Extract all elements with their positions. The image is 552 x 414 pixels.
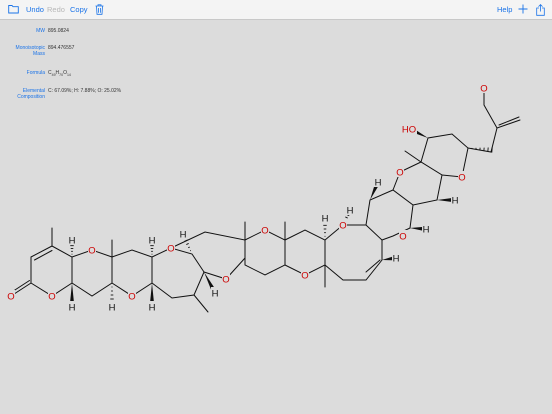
hydrogen-atom-11: H: [375, 178, 382, 189]
ring-pyran-6: [284, 229, 326, 276]
ring-pyran-10: [420, 133, 469, 178]
hydrogen-atom-12: H: [423, 225, 430, 236]
oxygen-atom-5: O: [222, 275, 229, 286]
structure-canvas[interactable]: O O O O O O O O O O O O O H H H H H H H H H H H H H HO: [0, 19, 552, 414]
oxygen-atom-7: O: [301, 271, 308, 282]
trash-icon: [95, 4, 104, 15]
hydrogen-atom-6: H: [180, 230, 187, 241]
methyl-oxepane-3: [193, 294, 209, 313]
oxygen-atom-1: O: [48, 292, 55, 303]
hydrogen-atom-13: H: [452, 196, 459, 207]
share-icon: [536, 4, 545, 16]
help-button[interactable]: Help: [497, 0, 512, 19]
undo-button[interactable]: Undo: [26, 0, 44, 19]
ring-pyran-2: [111, 249, 153, 297]
molecule-structure[interactable]: OOOOOOOOOO OOOHH HHHHHHHHHHHHO: [0, 19, 552, 414]
hydrogen-atom-2: H: [69, 303, 76, 314]
hydrogen-atom-4: H: [149, 236, 156, 247]
oxygen-atom-6: O: [261, 226, 268, 237]
hydrogen-atom-5: H: [149, 303, 156, 314]
ring-oxocene-7: [324, 224, 383, 281]
open-folder-button[interactable]: [8, 0, 19, 19]
oxygen-atom-2: O: [88, 246, 95, 257]
oxygen-atom-8: O: [339, 221, 346, 232]
ring-oxocene-double-bond: [365, 259, 381, 273]
copy-button[interactable]: Copy: [70, 0, 88, 19]
side-chain-aldehyde: [467, 87, 521, 153]
share-button[interactable]: [536, 0, 545, 19]
ring-pyran-1: [71, 249, 113, 297]
redo-button[interactable]: Redo: [47, 0, 65, 19]
oxygen-atom-3: O: [128, 292, 135, 303]
delete-button[interactable]: [95, 0, 104, 19]
methyl-pyran-10: [404, 150, 422, 163]
ring-oxepane-3: [151, 247, 205, 299]
oxygen-atom-9: O: [399, 232, 406, 243]
folder-icon: [8, 5, 19, 14]
hydrogen-atom-7: H: [212, 289, 219, 300]
oxygen-atom-13: O: [480, 84, 487, 95]
hydrogen-atom-8: H: [322, 214, 329, 225]
ring-lactone-double-bond: [34, 250, 53, 261]
hydrogen-atom-1: H: [69, 236, 76, 247]
toolbar: Undo Redo Copy Help: [0, 0, 552, 20]
hydrogen-atom-3: H: [109, 303, 116, 314]
hydrogen-atom-9: H: [347, 206, 354, 217]
ring-lactone: [30, 245, 73, 297]
hydroxyl-group: HO: [402, 125, 416, 136]
oxygen-atom-11: O: [458, 173, 465, 184]
oxygen-atom-10: O: [396, 168, 403, 179]
oxygen-atom-12: O: [7, 292, 14, 303]
add-button[interactable]: [518, 0, 528, 19]
ring-pyran-5: [244, 229, 286, 276]
plus-icon: [518, 4, 528, 14]
oxygen-atom-4: O: [167, 244, 174, 255]
hydrogen-atom-10: H: [393, 254, 400, 265]
